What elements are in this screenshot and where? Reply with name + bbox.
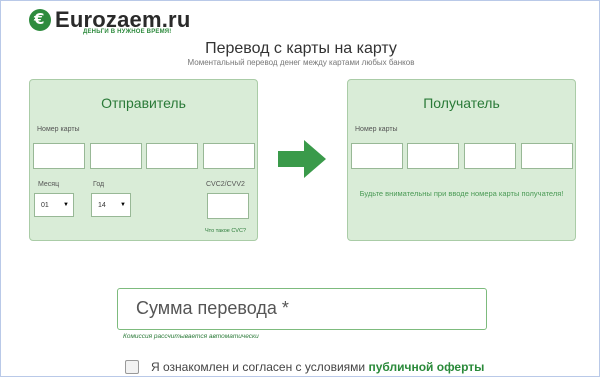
sender-card-number-label: Номер карты xyxy=(37,126,80,133)
sender-card-segment-3[interactable] xyxy=(146,143,198,169)
sender-card-segment-4[interactable] xyxy=(203,143,255,169)
caret-down-icon: ▼ xyxy=(120,202,126,208)
commission-note: Комиссия рассчитывается автоматически xyxy=(123,333,259,340)
receiver-card-number-label: Номер карты xyxy=(355,126,398,133)
agreement-checkbox[interactable] xyxy=(125,360,139,374)
brand-tagline: ДЕНЬГИ В НУЖНОЕ ВРЕМЯ! xyxy=(83,29,172,35)
month-select[interactable]: 01 ▼ xyxy=(34,193,74,217)
month-label: Месяц xyxy=(38,181,60,188)
receiver-card-segment-1[interactable] xyxy=(351,143,403,169)
euro-logo-icon: € xyxy=(29,9,51,31)
caret-down-icon: ▼ xyxy=(63,202,69,208)
transfer-amount-placeholder: Сумма перевода * xyxy=(136,298,289,318)
receiver-panel: Получатель Номер карты Будьте внимательн… xyxy=(347,79,576,241)
year-label: Год xyxy=(93,181,105,188)
receiver-card-segment-3[interactable] xyxy=(464,143,516,169)
public-offer-link[interactable]: публичной оферты xyxy=(368,360,484,374)
sender-panel: Отправитель Номер карты Месяц 01 ▼ Год 1… xyxy=(29,79,258,241)
sender-card-segment-1[interactable] xyxy=(33,143,85,169)
cvc-input[interactable] xyxy=(207,193,249,219)
receiver-card-segment-2[interactable] xyxy=(407,143,459,169)
cvc-label: CVC2/CVV2 xyxy=(206,181,245,188)
page-subtitle: Моментальный перевод денег между картами… xyxy=(187,58,415,67)
sender-card-segment-2[interactable] xyxy=(90,143,142,169)
year-select[interactable]: 14 ▼ xyxy=(91,193,131,217)
sender-title: Отправитель xyxy=(101,95,186,111)
page-frame: € Eurozaem.ru ДЕНЬГИ В НУЖНОЕ ВРЕМЯ! Пер… xyxy=(0,0,600,377)
transfer-amount-input[interactable]: Сумма перевода * xyxy=(117,288,487,330)
receiver-card-segment-4[interactable] xyxy=(521,143,573,169)
right-arrow-icon xyxy=(278,140,326,178)
receiver-warning-note: Будьте внимательны при вводе номера карт… xyxy=(359,189,564,198)
agreement-label: Я ознакомлен и согласен с условиями xyxy=(151,360,366,374)
cvc-help-link[interactable]: Что такое CVC? xyxy=(205,228,246,234)
receiver-title: Получатель xyxy=(423,95,500,111)
page-title: Перевод с карты на карту xyxy=(205,40,397,57)
agreement-text: Я ознакомлен и согласен с условиями публ… xyxy=(151,360,484,374)
